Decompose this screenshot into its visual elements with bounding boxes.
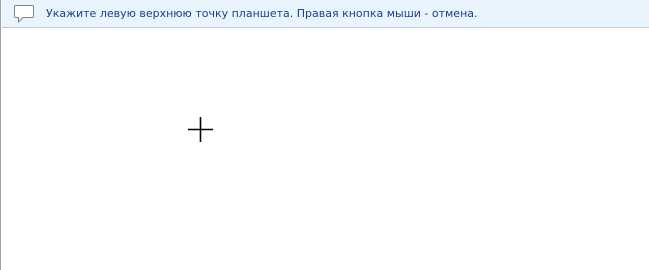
hint-message: Укажите левую верхнюю точку планшета. Пр… [46, 7, 478, 20]
drawing-canvas[interactable] [2, 28, 649, 270]
speech-bubble-icon [13, 4, 35, 24]
hint-bar: Укажите левую верхнюю точку планшета. Пр… [2, 0, 649, 28]
crosshair-cursor-icon [188, 117, 213, 142]
drawing-window: Укажите левую верхнюю точку планшета. Пр… [0, 0, 649, 270]
